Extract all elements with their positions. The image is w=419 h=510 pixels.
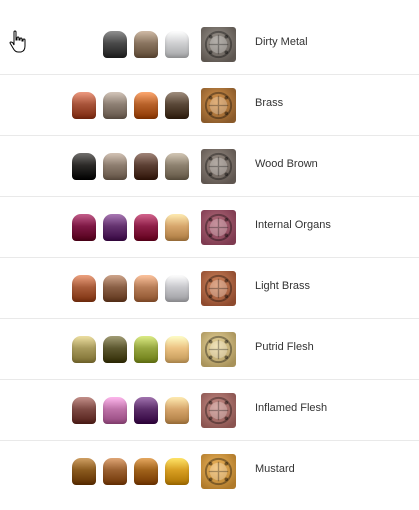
paint-pot-icon xyxy=(165,275,189,302)
paint-pot-icon xyxy=(72,275,96,302)
paint-combo-list: Dirty Metal Brass Wood Brown Internal Or… xyxy=(0,14,419,501)
paint-pot-icon xyxy=(72,153,96,180)
paint-pot-icon xyxy=(134,92,158,119)
paint-pot-icon xyxy=(165,458,189,485)
combo-name-label: Inflamed Flesh xyxy=(255,402,328,414)
paint-pot-group xyxy=(72,458,190,485)
paint-pot-icon xyxy=(103,153,127,180)
paint-combo-row[interactable]: Brass xyxy=(0,75,419,136)
paint-pot-icon xyxy=(134,336,158,363)
result-swatch-thumbnail[interactable] xyxy=(201,149,236,184)
paint-pot-icon xyxy=(165,336,189,363)
paint-combo-row[interactable]: Light Brass xyxy=(0,258,419,319)
paint-pot-group xyxy=(72,275,190,302)
result-swatch-thumbnail[interactable] xyxy=(201,210,236,245)
paint-pot-icon xyxy=(72,336,96,363)
paint-combo-row[interactable]: Wood Brown xyxy=(0,136,419,197)
paint-pot-group xyxy=(72,397,190,424)
combo-name-label: Internal Organs xyxy=(255,219,331,231)
result-swatch-thumbnail[interactable] xyxy=(201,271,236,306)
paint-combo-row[interactable]: Inflamed Flesh xyxy=(0,380,419,441)
result-swatch-thumbnail[interactable] xyxy=(201,332,236,367)
paint-pot-icon xyxy=(103,458,127,485)
paint-pot-icon xyxy=(134,458,158,485)
paint-pot-icon xyxy=(103,31,127,58)
paint-pot-icon xyxy=(165,31,189,58)
result-swatch-thumbnail[interactable] xyxy=(201,393,236,428)
paint-pot-icon xyxy=(165,153,189,180)
paint-pot-icon xyxy=(134,31,158,58)
paint-pot-icon xyxy=(134,214,158,241)
combo-name-label: Brass xyxy=(255,97,284,109)
paint-pot-icon xyxy=(103,275,127,302)
paint-combo-row[interactable]: Putrid Flesh xyxy=(0,319,419,380)
combo-name-label: Mustard xyxy=(255,463,295,475)
paint-pot-icon xyxy=(72,458,96,485)
paint-pot-icon xyxy=(103,92,127,119)
paint-pot-icon xyxy=(165,214,189,241)
paint-pot-group xyxy=(72,214,190,241)
paint-pot-icon xyxy=(103,336,127,363)
combo-name-label: Putrid Flesh xyxy=(255,341,314,353)
paint-combo-row[interactable]: Internal Organs xyxy=(0,197,419,258)
result-swatch-thumbnail[interactable] xyxy=(201,27,236,62)
result-swatch-thumbnail[interactable] xyxy=(201,454,236,489)
paint-pot-icon xyxy=(134,153,158,180)
combo-name-label: Light Brass xyxy=(255,280,311,292)
paint-pot-icon xyxy=(134,397,158,424)
combo-name-label: Dirty Metal xyxy=(255,36,308,48)
paint-pot-icon xyxy=(134,275,158,302)
paint-pot-icon xyxy=(72,214,96,241)
paint-pot-icon xyxy=(103,214,127,241)
combo-name-label: Wood Brown xyxy=(255,158,318,170)
paint-pot-icon xyxy=(72,397,96,424)
paint-pot-group xyxy=(72,336,190,363)
paint-pot-group xyxy=(72,31,190,58)
paint-combo-row[interactable]: Dirty Metal xyxy=(0,14,419,75)
paint-pot-group xyxy=(72,153,190,180)
paint-pot-icon xyxy=(165,397,189,424)
paint-combo-row[interactable]: Mustard xyxy=(0,441,419,501)
paint-pot-icon xyxy=(165,92,189,119)
paint-pot-icon xyxy=(103,397,127,424)
paint-pot-group xyxy=(72,92,190,119)
result-swatch-thumbnail[interactable] xyxy=(201,88,236,123)
paint-pot-icon xyxy=(72,92,96,119)
